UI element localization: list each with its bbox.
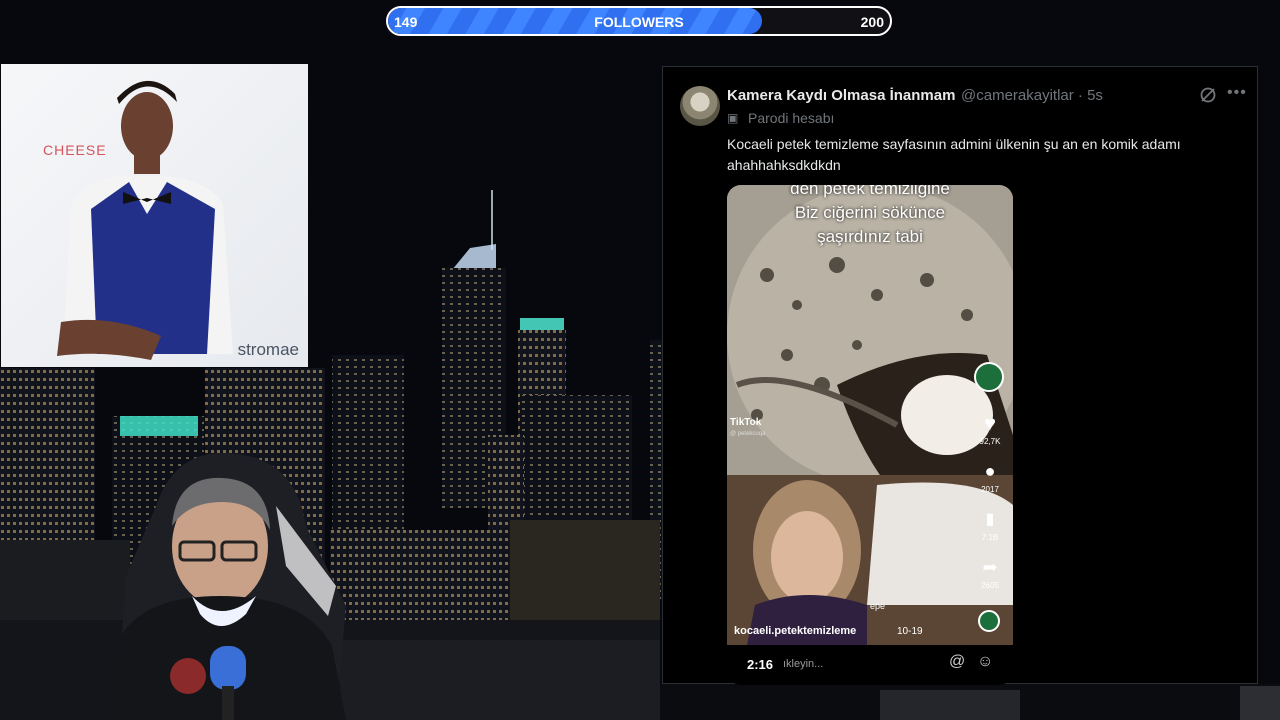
video-time: 2:16	[747, 657, 774, 672]
now-playing-album-art: CHEESE stromae	[1, 64, 308, 367]
video-creator: kocaeli.petektemizleme	[734, 625, 857, 637]
mention-icon[interactable]: @	[949, 653, 965, 671]
author-avatar[interactable]	[680, 86, 720, 126]
video-date: 10-19	[897, 626, 923, 637]
tiktok-watermark: TikTok	[730, 417, 762, 428]
author-handle[interactable]: @camerakayitlar · 5s	[961, 87, 1103, 104]
comment-count: 2017	[981, 485, 999, 494]
album-artist: stromae	[237, 340, 299, 359]
share-count: 2605	[981, 581, 999, 590]
save-count: 7.1B	[981, 533, 999, 542]
heart-icon: ♥	[984, 413, 996, 435]
video-caption-2: Biz ciğerini sökünce	[794, 203, 946, 222]
video-tag: epe	[870, 601, 886, 611]
video-frame	[727, 185, 1013, 645]
bookmark-icon: ▮	[985, 511, 995, 528]
video-control-bar: 2:16 ıkleyin... @ ☺	[727, 645, 1013, 685]
comment-icon: ●	[984, 461, 996, 481]
video-subtitle: ıkleyin...	[783, 658, 824, 670]
like-count: 92,7K	[979, 437, 1001, 446]
tweet-text: Kocaeli petek temizleme sayfasının admin…	[727, 136, 1181, 173]
follower-goal-bar: 149 FOLLOWERS 200	[386, 6, 892, 36]
video-caption-3: şaşırdınız tabi	[817, 227, 923, 246]
mask-icon: ▣	[727, 111, 739, 125]
emoji-icon[interactable]: ☺	[977, 653, 993, 671]
share-icon: ➦	[982, 557, 998, 577]
author-name[interactable]: Kamera Kaydı Olmasa İnanmam	[727, 87, 955, 104]
album-title: CHEESE	[43, 142, 107, 158]
follower-goal-label: FOLLOWERS	[594, 14, 684, 30]
album-portrait	[57, 80, 233, 360]
tweet-video[interactable]: den petek temizliğine Biz ciğerini sökün…	[727, 185, 1013, 685]
parody-label: Parodi hesabı	[748, 110, 835, 126]
video-caption-1: den petek temizliğine	[790, 185, 950, 198]
follower-target-count: 200	[860, 14, 884, 30]
tweet-card[interactable]: Kamera Kaydı Olmasa İnanmam @camerakayit…	[662, 66, 1258, 685]
more-icon[interactable]: •••	[1227, 84, 1247, 102]
grok-icon[interactable]	[1199, 86, 1217, 104]
streamer-webcam	[104, 453, 346, 720]
tiktok-username: @ petekcuqa	[730, 431, 766, 437]
